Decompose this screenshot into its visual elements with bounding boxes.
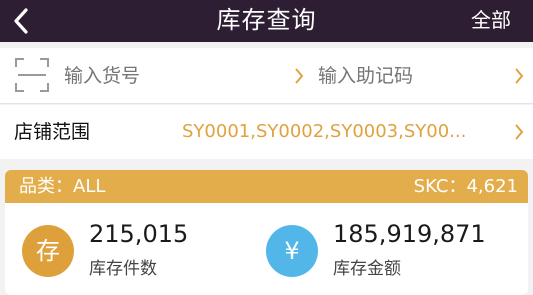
category-text: 品类：ALL bbox=[19, 176, 106, 197]
all-button[interactable]: 全部 bbox=[471, 0, 511, 42]
stock-amount-icon: ¥ bbox=[266, 225, 318, 277]
top-bar: 库存查询 全部 bbox=[0, 0, 533, 42]
stock-qty-icon: 存 bbox=[22, 225, 74, 277]
search-row bbox=[0, 48, 533, 104]
mnemonic-chevron-icon[interactable] bbox=[512, 66, 526, 86]
skc-text: SKC：4,621 bbox=[413, 176, 518, 197]
scan-button[interactable] bbox=[14, 57, 50, 93]
stock-qty-label: 库存件数 bbox=[89, 259, 157, 279]
stock-amount-label: 库存金额 bbox=[333, 259, 401, 279]
scan-icon bbox=[15, 58, 49, 92]
summary-card: 品类：ALL SKC：4,621 存 215,015 库存件数 ¥ 185,91… bbox=[5, 170, 528, 295]
stock-qty-value: 215,015 bbox=[89, 220, 189, 248]
stock-amount-value: 185,919,871 bbox=[333, 220, 486, 248]
mnemonic-input[interactable] bbox=[318, 48, 508, 104]
store-range-chevron-icon[interactable] bbox=[512, 122, 526, 142]
page-title: 库存查询 bbox=[216, 6, 317, 34]
store-range-value[interactable]: SY0001,SY0002,SY0003,SY00... bbox=[182, 105, 508, 159]
item-no-input[interactable] bbox=[64, 48, 284, 104]
store-range-row[interactable]: 店铺范围 SY0001,SY0002,SY0003,SY00... bbox=[0, 105, 533, 159]
summary-header: 品类：ALL SKC：4,621 bbox=[5, 170, 528, 203]
item-no-chevron-icon[interactable] bbox=[292, 66, 306, 86]
store-range-label: 店铺范围 bbox=[14, 121, 91, 143]
